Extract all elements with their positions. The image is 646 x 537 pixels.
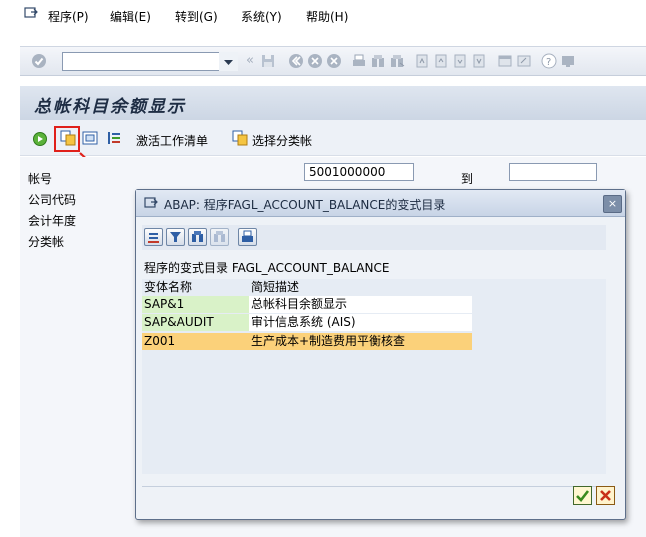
description-cell: 生产成本+制造费用平衡核查 [249,333,472,350]
fiscal-year-label: 会计年度 [28,214,77,228]
annotation-box [54,126,80,152]
last-page-icon[interactable] [471,53,487,69]
print-icon [242,230,253,242]
variant-name-cell: SAP&AUDIT [142,314,249,331]
menu-program[interactable]: 程序(P) [48,8,89,25]
menu-system[interactable]: 系统(Y) [241,8,282,25]
sort-ascending-button[interactable] [144,228,163,246]
table-row[interactable]: SAP&1 总帐科目余额显示 [142,296,472,313]
back-icon[interactable] [288,53,304,69]
table-row-selected[interactable]: Z001 生产成本+制造费用平衡核查 [142,333,472,350]
dialog-title-bar[interactable]: ABAP: 程序FAGL_ACCOUNT_BALANCE的变式目录 × [136,190,625,217]
chevron-down-icon[interactable] [219,52,238,71]
sort-ascending-icon [148,233,159,243]
account-to-field[interactable] [509,163,597,181]
table-row[interactable]: SAP&AUDIT 审计信息系统 (AIS) [142,314,472,331]
close-button[interactable]: × [603,195,622,213]
variant-catalog-dialog: ABAP: 程序FAGL_ACCOUNT_BALANCE的变式目录 × 程序的变… [135,189,626,520]
ledger-label: 分类帐 [28,235,65,249]
previous-page-icon[interactable] [433,53,449,69]
find-icon[interactable] [370,53,386,69]
command-field[interactable] [62,52,238,71]
menu-edit[interactable]: 编辑(E) [110,8,151,25]
svg-text:?: ? [546,57,551,68]
page-title: 总帐科目余额显示 [34,97,186,117]
find-button[interactable] [188,228,207,246]
filter-icon [170,232,181,242]
dialog-toolbar [142,225,606,250]
menu-bar: 程序(P) 编辑(E) 转到(G) 系统(Y) 帮助(H) [20,0,646,30]
next-page-icon[interactable] [452,53,468,69]
menu-help[interactable]: 帮助(H) [306,8,348,25]
menu-icon[interactable] [24,6,38,20]
dialog-menu-icon[interactable] [144,196,158,210]
save-icon[interactable] [260,53,276,69]
layout-icon[interactable] [560,53,576,69]
title-bar: 总帐科目余额显示 [20,86,646,120]
column-header-variant-name[interactable]: 变体名称 [142,279,251,295]
find-next-binoculars-icon [214,231,225,242]
close-icon: × [607,197,618,210]
menu-goto[interactable]: 转到(G) [175,8,218,25]
first-page-icon[interactable] [414,53,430,69]
help-icon[interactable]: ? [541,53,557,69]
checkmark-icon [576,490,590,502]
activate-worklist-button[interactable]: 激活工作清单 [136,132,208,149]
variant-table: 变体名称 简短描述 SAP&1 总帐科目余额显示 SAP&AUDIT 审计信息系… [142,279,606,474]
find-binoculars-icon [192,231,203,242]
variant-name-cell: Z001 [142,333,249,350]
company-code-label: 公司代码 [28,193,77,207]
select-ledger-icon[interactable] [232,130,248,146]
variant-name-cell: SAP&1 [142,296,249,313]
find-next-button[interactable] [210,228,229,246]
cancel-button[interactable] [596,486,615,505]
select-ledger-button[interactable]: 选择分类帐 [252,132,312,149]
description-cell: 总帐科目余额显示 [249,296,472,313]
enter-icon[interactable] [31,53,47,69]
standard-toolbar: « ? [20,46,646,76]
dialog-subtitle: 程序的变式目录 FAGL_ACCOUNT_BALANCE [144,261,390,275]
column-header-description[interactable]: 简短描述 [249,279,474,295]
account-from-field[interactable]: 5001000000 [304,163,414,181]
cancel-icon[interactable] [326,53,342,69]
list-icon[interactable] [106,130,122,146]
exit-icon[interactable] [307,53,323,69]
dialog-title: ABAP: 程序FAGL_ACCOUNT_BALANCE的变式目录 [164,198,446,212]
execute-icon[interactable] [32,131,48,147]
filter-button[interactable] [166,228,185,246]
divider [142,486,606,487]
account-label: 帐号 [28,172,53,186]
new-session-icon[interactable] [497,53,513,69]
shortcut-icon[interactable] [516,53,532,69]
selection-options-icon[interactable] [82,130,98,146]
print-button[interactable] [238,228,257,246]
find-next-icon[interactable] [389,53,405,69]
description-cell: 审计信息系统 (AIS) [249,314,472,331]
cancel-x-icon [600,490,611,501]
back-arrows-icon: « [246,53,254,68]
to-label: 到 [461,172,474,186]
print-icon[interactable] [351,53,367,69]
confirm-button[interactable] [573,486,592,505]
